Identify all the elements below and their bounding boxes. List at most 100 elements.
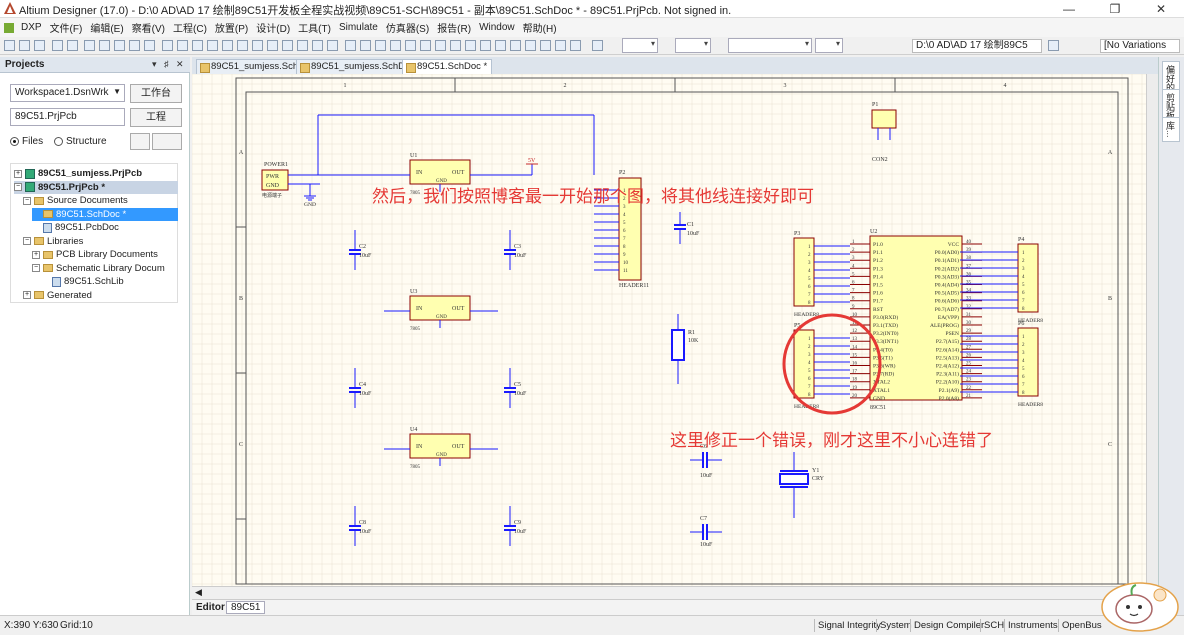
rubber-stamp-icon[interactable] bbox=[207, 40, 218, 51]
menu-help[interactable]: 帮助(H) bbox=[519, 20, 561, 35]
workspace-select[interactable]: Workspace1.DsnWrk ▼ bbox=[10, 84, 125, 102]
panel-signal-integrity[interactable]: Signal Integrity bbox=[814, 619, 884, 632]
menu-view[interactable]: 察看(V) bbox=[128, 20, 169, 35]
folder-icon[interactable] bbox=[99, 40, 110, 51]
menu-tools[interactable]: 工具(T) bbox=[294, 20, 335, 35]
panel-openbus[interactable]: OpenBus bbox=[1058, 619, 1105, 632]
zoom-fit-icon[interactable] bbox=[144, 40, 155, 51]
zoom-icon[interactable] bbox=[114, 40, 125, 51]
zoom-area-icon[interactable] bbox=[129, 40, 140, 51]
bus-icon[interactable] bbox=[360, 40, 371, 51]
variations-select[interactable]: [No Variations bbox=[1100, 39, 1180, 53]
horizontal-scrollbar[interactable]: ◀ bbox=[192, 586, 1158, 599]
paste-icon[interactable] bbox=[192, 40, 203, 51]
structure-radio[interactable]: Structure bbox=[54, 136, 107, 147]
menu-window[interactable]: Window bbox=[475, 22, 519, 33]
panel-options-icon[interactable] bbox=[130, 133, 150, 150]
pen-icon[interactable] bbox=[592, 40, 603, 51]
port-icon[interactable] bbox=[465, 40, 476, 51]
tab-libraries[interactable]: 库... bbox=[1162, 117, 1180, 142]
select-icon[interactable] bbox=[252, 40, 263, 51]
check-icon[interactable] bbox=[1048, 40, 1059, 51]
collapse-icon[interactable]: − bbox=[23, 196, 31, 205]
print-preview-icon[interactable] bbox=[67, 40, 78, 51]
expand-icon[interactable]: + bbox=[14, 169, 22, 178]
vcc-port-icon[interactable] bbox=[405, 40, 416, 51]
probe-icon[interactable] bbox=[510, 40, 521, 51]
panel-dropdown-icon[interactable]: ▾ bbox=[152, 59, 157, 70]
net-label-icon[interactable] bbox=[375, 40, 386, 51]
sheet-symbol-icon[interactable] bbox=[435, 40, 446, 51]
editor-tab[interactable]: 89C51 bbox=[226, 601, 266, 614]
component-icon[interactable] bbox=[84, 40, 95, 51]
directive-icon[interactable] bbox=[555, 40, 566, 51]
schematic-sheet[interactable]: 1 2 3 4 A A B B C C POWER1 PWR GND 电源端子 GND U1 IN OUT GND 7… bbox=[192, 74, 1158, 586]
path-field[interactable]: D:\0 AD\AD 17 绘制89C5 bbox=[912, 39, 1042, 53]
panel-close-icon[interactable]: ✕ bbox=[176, 59, 184, 70]
tree-item[interactable]: + PCB Library Documents bbox=[32, 248, 158, 261]
vertical-scrollbar[interactable] bbox=[1146, 74, 1158, 586]
maximize-button[interactable]: ❐ bbox=[1092, 0, 1138, 18]
hierarchy-icon[interactable] bbox=[312, 40, 323, 51]
workspace-button[interactable]: 工作台 bbox=[130, 84, 182, 103]
port-arrow-icon[interactable] bbox=[540, 40, 551, 51]
menu-design[interactable]: 设计(D) bbox=[252, 20, 294, 35]
open-icon[interactable] bbox=[19, 40, 30, 51]
project-button[interactable]: 工程 bbox=[130, 108, 182, 127]
select-area-icon[interactable] bbox=[222, 40, 233, 51]
size-select[interactable] bbox=[675, 38, 711, 53]
drawing-tools-icon[interactable] bbox=[570, 40, 581, 51]
copy-icon[interactable] bbox=[177, 40, 188, 51]
files-radio[interactable]: Files bbox=[10, 136, 43, 147]
new-doc-icon[interactable] bbox=[4, 40, 15, 51]
expand-icon[interactable]: + bbox=[32, 250, 40, 259]
place-part-icon[interactable] bbox=[420, 40, 431, 51]
gnd-port-icon[interactable] bbox=[390, 40, 401, 51]
menu-reports[interactable]: 报告(R) bbox=[433, 20, 475, 35]
no-erc-icon[interactable] bbox=[480, 40, 491, 51]
collapse-icon[interactable]: − bbox=[23, 237, 31, 245]
deselect-icon[interactable] bbox=[267, 40, 278, 51]
menu-dxp[interactable]: DXP bbox=[17, 22, 46, 33]
junction-icon[interactable] bbox=[525, 40, 536, 51]
tree-item[interactable]: − 89C51.PrjPcb * bbox=[14, 180, 178, 194]
expand-icon[interactable]: + bbox=[23, 291, 31, 299]
menu-simulate[interactable]: Simulate bbox=[335, 22, 382, 33]
print-icon[interactable] bbox=[52, 40, 63, 51]
panel-design-compiler[interactable]: Design Compiler bbox=[910, 619, 987, 632]
style-select[interactable] bbox=[728, 38, 812, 53]
scroll-left-icon[interactable]: ◀ bbox=[195, 587, 202, 598]
panel-system[interactable]: System bbox=[876, 619, 915, 632]
cross-probe-icon[interactable] bbox=[327, 40, 338, 51]
cut-icon[interactable] bbox=[162, 40, 173, 51]
tree-item[interactable]: +89C51_sumjess.PrjPcb bbox=[14, 167, 142, 180]
panel-instruments[interactable]: Instruments bbox=[1004, 619, 1061, 632]
font-select[interactable] bbox=[622, 38, 658, 53]
text-icon[interactable] bbox=[495, 40, 506, 51]
tree-item[interactable]: − Libraries bbox=[23, 235, 83, 248]
sheet-entry-icon[interactable] bbox=[450, 40, 461, 51]
menu-project[interactable]: 工程(C) bbox=[169, 20, 211, 35]
tab-89c51-schdoc[interactable]: 89C51.SchDoc * bbox=[402, 59, 493, 74]
minimize-button[interactable]: — bbox=[1046, 0, 1092, 18]
project-field[interactable]: 89C51.PrjPcb bbox=[10, 108, 125, 126]
menu-simulator[interactable]: 仿真器(S) bbox=[382, 20, 433, 35]
panel-sch[interactable]: SCH bbox=[980, 619, 1007, 632]
menu-edit[interactable]: 编辑(E) bbox=[86, 20, 127, 35]
wire-icon[interactable] bbox=[345, 40, 356, 51]
move-icon[interactable] bbox=[237, 40, 248, 51]
menu-file[interactable]: 文件(F) bbox=[46, 20, 87, 35]
collapse-icon[interactable]: − bbox=[32, 264, 40, 272]
tree-item[interactable]: + Generated bbox=[23, 289, 92, 302]
collapse-icon[interactable]: − bbox=[14, 183, 22, 191]
close-button[interactable]: ✕ bbox=[1138, 0, 1184, 18]
schematic-canvas[interactable]: 1 2 3 4A AB BC CPOWER1PWRGND电源端子GNDU1IN OUTGND7… bbox=[192, 74, 1158, 586]
tree-item[interactable]: 89C51.SchDoc * bbox=[32, 207, 178, 221]
panel-pin-icon[interactable]: ♯ bbox=[164, 59, 169, 69]
save-icon[interactable] bbox=[34, 40, 45, 51]
tree-item[interactable]: − Source Documents bbox=[23, 194, 128, 207]
tree-item[interactable]: − Schematic Library Docum bbox=[32, 262, 165, 275]
panel-menu-button[interactable] bbox=[152, 133, 182, 150]
tree-item[interactable]: 89C51.SchLib bbox=[41, 275, 124, 288]
color-select[interactable] bbox=[815, 38, 843, 53]
